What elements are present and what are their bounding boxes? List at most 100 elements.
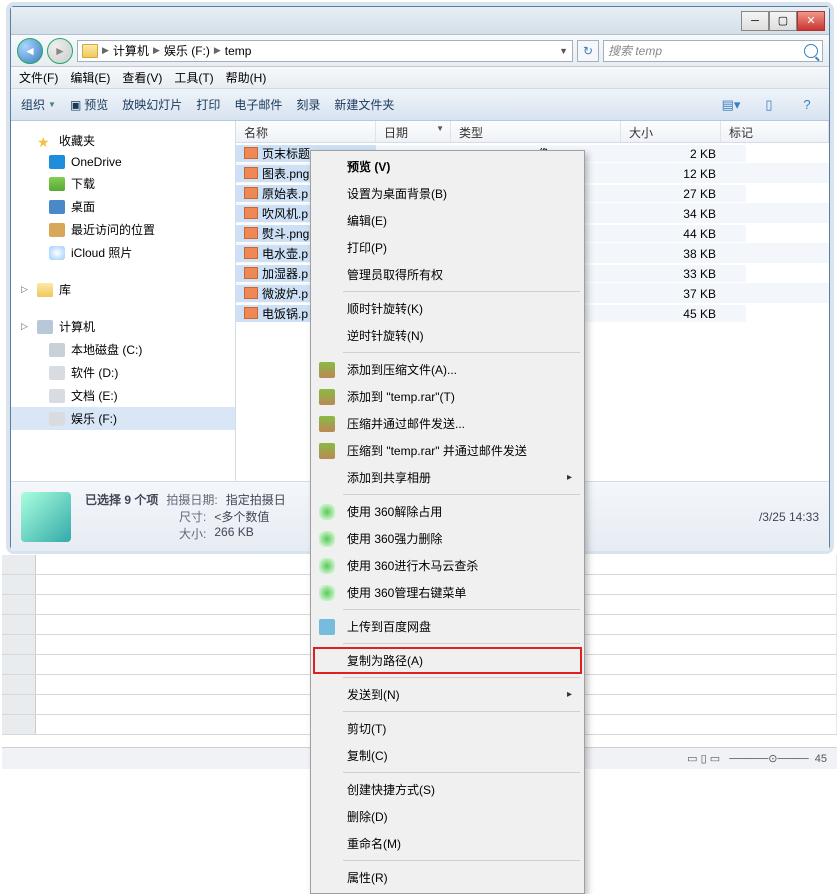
- cm-send-to[interactable]: 发送到(N): [313, 681, 582, 708]
- sidebar-computer[interactable]: ▷计算机: [11, 315, 235, 338]
- cm-print[interactable]: 打印(P): [313, 234, 582, 261]
- 360-icon: [319, 531, 335, 547]
- cm-add-archive[interactable]: 添加到压缩文件(A)...: [313, 356, 582, 383]
- winrar-icon: [319, 416, 335, 432]
- toolbar: 组织▼ ▣ 预览 放映幻灯片 打印 电子邮件 刻录 新建文件夹 ▤▾ ▯ ?: [11, 89, 829, 121]
- sidebar-item-disk-d[interactable]: 软件 (D:): [11, 361, 235, 384]
- sidebar-item-desktop[interactable]: 桌面: [11, 195, 235, 218]
- address-bar[interactable]: ▶ 计算机 ▶ 娱乐 (F:) ▶ temp ▼: [77, 40, 573, 62]
- cm-rotate-cw[interactable]: 顺时针旋转(K): [313, 295, 582, 322]
- image-file-icon: [244, 287, 258, 299]
- sidebar-item-disk-f[interactable]: 娱乐 (F:): [11, 407, 235, 430]
- sidebar-libraries[interactable]: ▷库: [11, 278, 235, 301]
- cm-360-trojan[interactable]: 使用 360进行木马云查杀: [313, 552, 582, 579]
- folder-icon: [82, 44, 98, 58]
- close-button[interactable]: ✕: [797, 11, 825, 31]
- sidebar-favorites[interactable]: ★收藏夹: [11, 129, 235, 152]
- winrar-icon: [319, 389, 335, 405]
- sidebar-item-onedrive[interactable]: OneDrive: [11, 152, 235, 172]
- menubar: 文件(F) 编辑(E) 查看(V) 工具(T) 帮助(H): [11, 67, 829, 89]
- sidebar-item-downloads[interactable]: 下载: [11, 172, 235, 195]
- column-type[interactable]: 类型: [451, 121, 621, 142]
- image-file-icon: [244, 187, 258, 199]
- navigation-sidebar: ★收藏夹 OneDrive 下载 桌面 最近访问的位置 iCloud 照片 ▷库…: [11, 121, 236, 481]
- search-placeholder: 搜索 temp: [608, 42, 662, 59]
- toolbar-print[interactable]: 打印: [196, 96, 220, 113]
- cm-preview[interactable]: 预览 (V): [313, 153, 582, 180]
- column-headers: 名称 日期 类型 大小 标记: [236, 121, 829, 143]
- selection-thumbnail: [21, 492, 71, 542]
- toolbar-email[interactable]: 电子邮件: [234, 96, 282, 113]
- cm-copy-as-path[interactable]: 复制为路径(A): [313, 647, 582, 674]
- menu-help[interactable]: 帮助(H): [226, 69, 267, 86]
- minimize-button[interactable]: ─: [741, 11, 769, 31]
- cm-cut[interactable]: 剪切(T): [313, 715, 582, 742]
- column-date[interactable]: 日期: [376, 121, 451, 142]
- cm-rotate-ccw[interactable]: 逆时针旋转(N): [313, 322, 582, 349]
- 360-icon: [319, 585, 335, 601]
- cm-edit[interactable]: 编辑(E): [313, 207, 582, 234]
- toolbar-slideshow[interactable]: 放映幻灯片: [122, 96, 182, 113]
- column-size[interactable]: 大小: [621, 121, 721, 142]
- cm-360-force-del[interactable]: 使用 360强力删除: [313, 525, 582, 552]
- image-file-icon: [244, 147, 258, 159]
- help-button[interactable]: ?: [795, 95, 819, 115]
- cm-properties[interactable]: 属性(R): [313, 864, 582, 891]
- cm-360-menu[interactable]: 使用 360管理右键菜单: [313, 579, 582, 606]
- forward-button[interactable]: ►: [47, 38, 73, 64]
- cm-share-album[interactable]: 添加到共享相册: [313, 464, 582, 491]
- breadcrumb-part[interactable]: 娱乐 (F:): [164, 42, 210, 59]
- view-mode-button[interactable]: ▤▾: [719, 95, 743, 115]
- titlebar[interactable]: ─ ▢ ✕: [11, 7, 829, 35]
- details-date-extra: /3/25 14:33: [759, 510, 819, 524]
- image-file-icon: [244, 167, 258, 179]
- cm-rename[interactable]: 重命名(M): [313, 830, 582, 857]
- winrar-icon: [319, 443, 335, 459]
- cm-upload-baidu[interactable]: 上传到百度网盘: [313, 613, 582, 640]
- menu-file[interactable]: 文件(F): [19, 69, 58, 86]
- toolbar-preview[interactable]: ▣ 预览: [70, 96, 108, 113]
- preview-pane-button[interactable]: ▯: [757, 95, 781, 115]
- breadcrumb-part[interactable]: temp: [225, 44, 252, 58]
- menu-view[interactable]: 查看(V): [122, 69, 162, 86]
- context-menu: 预览 (V) 设置为桌面背景(B) 编辑(E) 打印(P) 管理员取得所有权 顺…: [310, 150, 585, 894]
- image-file-icon: [244, 247, 258, 259]
- winrar-icon: [319, 362, 335, 378]
- column-tag[interactable]: 标记: [721, 121, 829, 142]
- breadcrumb-part[interactable]: 计算机: [113, 42, 149, 59]
- cm-create-shortcut[interactable]: 创建快捷方式(S): [313, 776, 582, 803]
- search-icon[interactable]: [804, 44, 818, 58]
- 360-icon: [319, 504, 335, 520]
- 360-icon: [319, 558, 335, 574]
- cm-compress-temp-email[interactable]: 压缩到 "temp.rar" 并通过邮件发送: [313, 437, 582, 464]
- sidebar-item-disk-c[interactable]: 本地磁盘 (C:): [11, 338, 235, 361]
- image-file-icon: [244, 227, 258, 239]
- cm-set-bg[interactable]: 设置为桌面背景(B): [313, 180, 582, 207]
- toolbar-organize[interactable]: 组织▼: [21, 96, 56, 113]
- refresh-button[interactable]: ↻: [577, 40, 599, 62]
- selection-count: 已选择 9 个项: [85, 491, 158, 508]
- sidebar-item-disk-e[interactable]: 文档 (E:): [11, 384, 235, 407]
- maximize-button[interactable]: ▢: [769, 11, 797, 31]
- chevron-right-icon: ▶: [153, 45, 160, 56]
- address-dropdown-icon[interactable]: ▼: [559, 46, 568, 56]
- toolbar-burn[interactable]: 刻录: [296, 96, 320, 113]
- cm-compress-email[interactable]: 压缩并通过邮件发送...: [313, 410, 582, 437]
- image-file-icon: [244, 207, 258, 219]
- search-input[interactable]: 搜索 temp: [603, 40, 823, 62]
- cm-admin-own[interactable]: 管理员取得所有权: [313, 261, 582, 288]
- menu-edit[interactable]: 编辑(E): [70, 69, 110, 86]
- menu-tools[interactable]: 工具(T): [174, 69, 213, 86]
- chevron-right-icon: ▶: [102, 45, 109, 56]
- sidebar-item-recent[interactable]: 最近访问的位置: [11, 218, 235, 241]
- sidebar-item-icloud[interactable]: iCloud 照片: [11, 241, 235, 264]
- cm-delete[interactable]: 删除(D): [313, 803, 582, 830]
- cm-copy[interactable]: 复制(C): [313, 742, 582, 769]
- cm-360-unlock[interactable]: 使用 360解除占用: [313, 498, 582, 525]
- toolbar-newfolder[interactable]: 新建文件夹: [334, 96, 394, 113]
- navigation-bar: ◄ ► ▶ 计算机 ▶ 娱乐 (F:) ▶ temp ▼ ↻ 搜索 temp: [11, 35, 829, 67]
- chevron-right-icon: ▶: [214, 45, 221, 56]
- column-name[interactable]: 名称: [236, 121, 376, 142]
- back-button[interactable]: ◄: [17, 38, 43, 64]
- cm-add-temp-rar[interactable]: 添加到 "temp.rar"(T): [313, 383, 582, 410]
